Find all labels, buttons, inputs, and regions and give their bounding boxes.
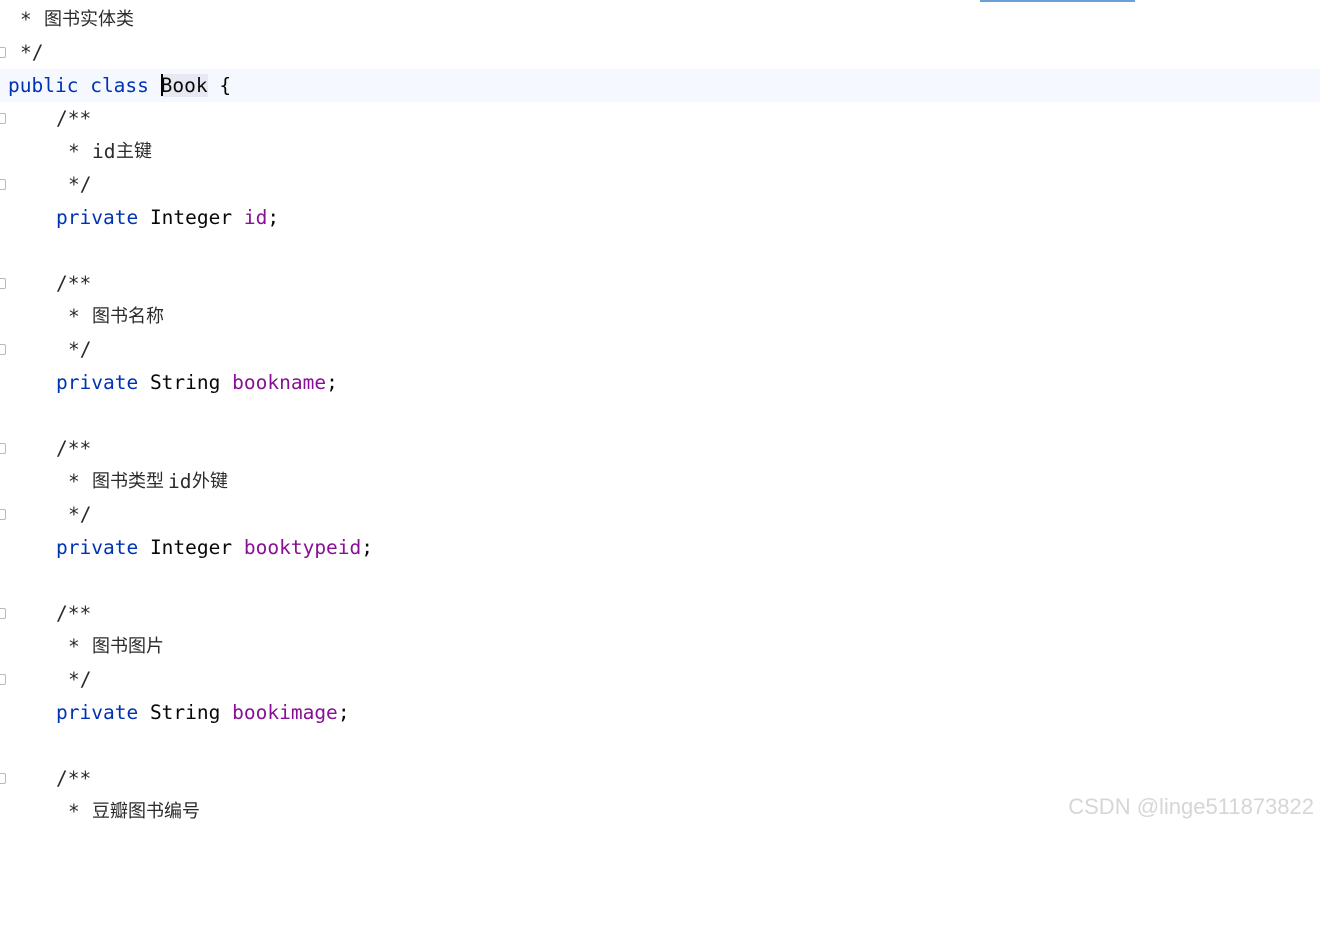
javadoc-text: 豆瓣图书编号 (92, 801, 200, 822)
javadoc-close: */ (68, 668, 92, 691)
javadoc-id: id (92, 140, 116, 163)
javadoc-text: 图书图片 (92, 636, 164, 657)
field-name: id (243, 206, 268, 229)
keyword-private: private (56, 371, 139, 394)
code-line-current: public class Book { (0, 69, 1320, 102)
code-line: * 图书类型 id 外键 (0, 465, 1320, 498)
semicolon: ; (361, 536, 374, 559)
field-declaration: private Integer booktypeid; (56, 531, 373, 564)
fold-marker-icon[interactable] (0, 179, 6, 190)
fold-marker-icon[interactable] (0, 278, 6, 289)
class-declaration: public class Book { (8, 69, 231, 102)
fold-marker-icon[interactable] (0, 113, 6, 124)
code-line: * 图书图片 (0, 630, 1320, 663)
fold-marker-icon[interactable] (0, 509, 6, 520)
open-brace: { (207, 74, 232, 97)
semicolon: ; (326, 371, 338, 394)
javadoc-star: * (68, 635, 92, 658)
fold-marker-icon[interactable] (0, 773, 6, 784)
code-line: private Integer booktypeid; (0, 531, 1320, 564)
code-line: /** (0, 597, 1320, 630)
field-type: String (149, 701, 221, 724)
javadoc-star: * (68, 470, 92, 493)
code-line: private String bookname; (0, 366, 1320, 399)
fold-marker-icon[interactable] (0, 344, 6, 355)
code-line: /** (0, 432, 1320, 465)
keyword-private: private (56, 536, 139, 559)
code-line: */ (0, 36, 1320, 69)
code-line: /** (0, 267, 1320, 300)
class-name: Book (160, 74, 208, 97)
field-declaration: private String bookimage; (56, 696, 350, 729)
field-type: Integer (149, 206, 233, 229)
javadoc-text: 外键 (192, 471, 228, 492)
keyword-public: public (8, 74, 79, 97)
keyword-private: private (56, 701, 139, 724)
javadoc-close: */ (68, 503, 92, 526)
field-type: Integer (149, 536, 233, 559)
javadoc-text: 图书名称 (92, 306, 164, 327)
field-type: String (149, 371, 221, 394)
javadoc-text: 图书类型 (92, 471, 164, 492)
javadoc-open: /** (56, 107, 92, 130)
javadoc-star: * (68, 305, 92, 328)
javadoc-open: /** (56, 437, 92, 460)
semicolon: ; (337, 701, 350, 724)
field-name: bookimage (232, 701, 338, 724)
code-line: /** (0, 762, 1320, 795)
javadoc-star: * (68, 140, 92, 163)
field-name: bookname (232, 371, 327, 394)
code-editor[interactable]: * 图书实体类 */ public class Book { /** * id … (0, 0, 1320, 828)
fold-marker-icon[interactable] (0, 608, 6, 619)
javadoc-id: id (168, 470, 192, 493)
javadoc-close: */ (68, 338, 92, 361)
code-line: * id 主键 (0, 135, 1320, 168)
code-line: private String bookimage; (0, 696, 1320, 729)
csdn-watermark: CSDN @linge511873822 (1068, 794, 1314, 819)
code-line: private Integer id; (0, 201, 1320, 234)
javadoc-open: /** (56, 602, 92, 625)
code-line: */ (0, 663, 1320, 696)
field-declaration: private String bookname; (56, 366, 338, 399)
keyword-class: class (90, 74, 149, 97)
javadoc-close: */ (20, 41, 44, 64)
field-name: booktypeid (243, 536, 362, 559)
code-line: */ (0, 333, 1320, 366)
code-line: * 图书实体类 (0, 3, 1320, 36)
javadoc-open: /** (56, 272, 92, 295)
fold-marker-icon[interactable] (0, 443, 6, 454)
fold-marker-icon[interactable] (0, 47, 6, 58)
javadoc-open: /** (56, 767, 92, 790)
code-line: * 图书名称 (0, 300, 1320, 333)
javadoc-close: */ (68, 173, 92, 196)
javadoc-text: 主键 (116, 141, 152, 162)
keyword-private: private (56, 206, 139, 229)
javadoc-star: * (68, 800, 92, 823)
semicolon: ; (267, 206, 280, 229)
javadoc-text: 图书实体类 (44, 9, 134, 30)
field-declaration: private Integer id; (56, 201, 279, 234)
code-line: /** (0, 102, 1320, 135)
fold-marker-icon[interactable] (0, 674, 6, 685)
javadoc-star: * (20, 8, 44, 31)
code-line: */ (0, 498, 1320, 531)
code-line: */ (0, 168, 1320, 201)
